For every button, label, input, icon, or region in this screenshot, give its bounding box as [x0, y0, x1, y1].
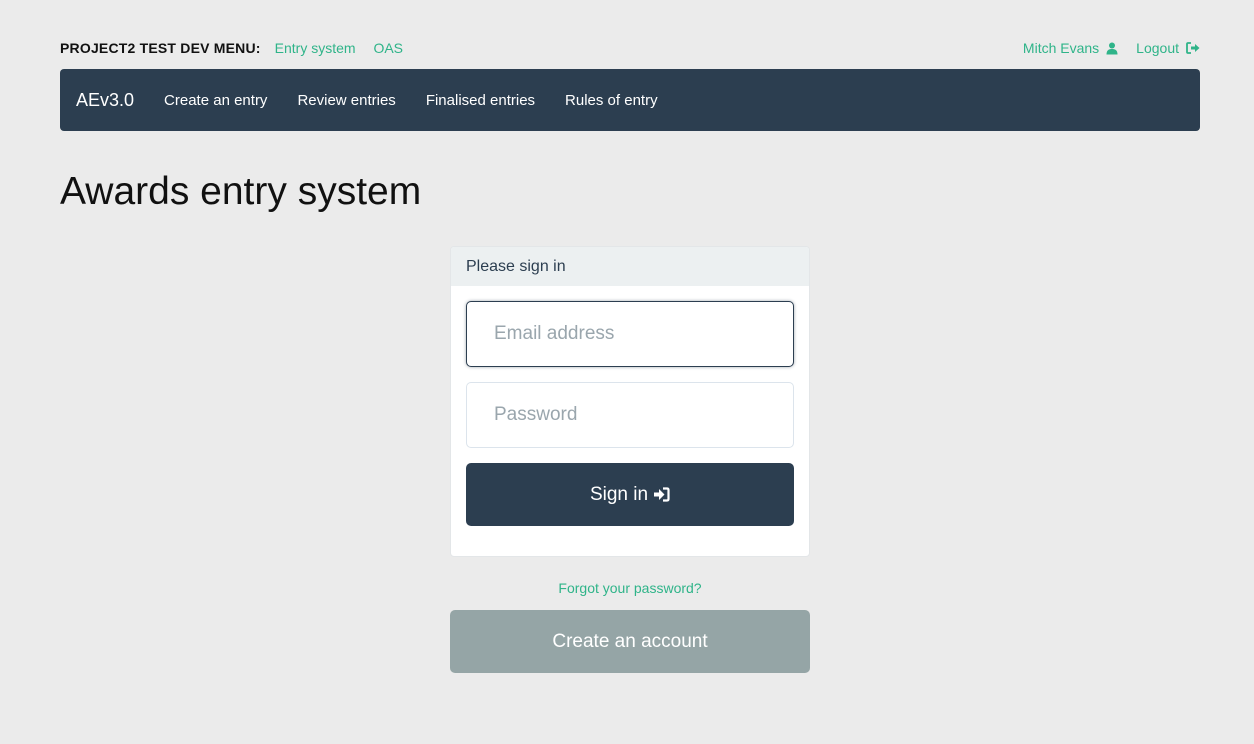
- user-icon: [1106, 42, 1118, 54]
- dev-menu-bar: PROJECT2 TEST DEV MENU: Entry system OAS…: [60, 38, 1200, 58]
- signin-panel-heading: Please sign in: [451, 247, 809, 286]
- page-title: Awards entry system: [60, 170, 422, 213]
- create-account-button[interactable]: Create an account: [450, 610, 810, 673]
- oas-link[interactable]: OAS: [373, 40, 403, 56]
- sign-in-button[interactable]: Sign in: [466, 463, 794, 526]
- email-input[interactable]: [466, 301, 794, 367]
- nav-item-create-entry[interactable]: Create an entry: [164, 92, 267, 109]
- nav-item-rules-of-entry[interactable]: Rules of entry: [565, 92, 658, 109]
- forgot-password-link[interactable]: Forgot your password?: [450, 580, 810, 596]
- sign-in-icon: [654, 487, 670, 502]
- user-links: Mitch Evans Logout: [1005, 40, 1200, 56]
- nav-item-review-entries[interactable]: Review entries: [297, 92, 395, 109]
- user-name: Mitch Evans: [1022, 40, 1100, 56]
- entry-system-link[interactable]: Entry system: [275, 40, 356, 56]
- sign-out-icon: [1186, 42, 1200, 54]
- navbar-brand[interactable]: AEv3.0: [76, 90, 134, 111]
- password-input[interactable]: [466, 382, 794, 448]
- dev-menu-title: PROJECT2 TEST DEV MENU:: [60, 40, 261, 56]
- user-profile-link[interactable]: Mitch Evans: [1023, 40, 1118, 56]
- nav-item-finalised-entries[interactable]: Finalised entries: [426, 92, 535, 109]
- main-navbar: AEv3.0 Create an entry Review entries Fi…: [60, 69, 1200, 131]
- dev-menu-links: Entry system OAS: [261, 40, 403, 56]
- sign-in-label: Sign in: [589, 483, 649, 505]
- logout-label: Logout: [1136, 40, 1179, 56]
- logout-link[interactable]: Logout: [1136, 40, 1200, 56]
- signin-panel: Please sign in Sign in: [450, 246, 810, 557]
